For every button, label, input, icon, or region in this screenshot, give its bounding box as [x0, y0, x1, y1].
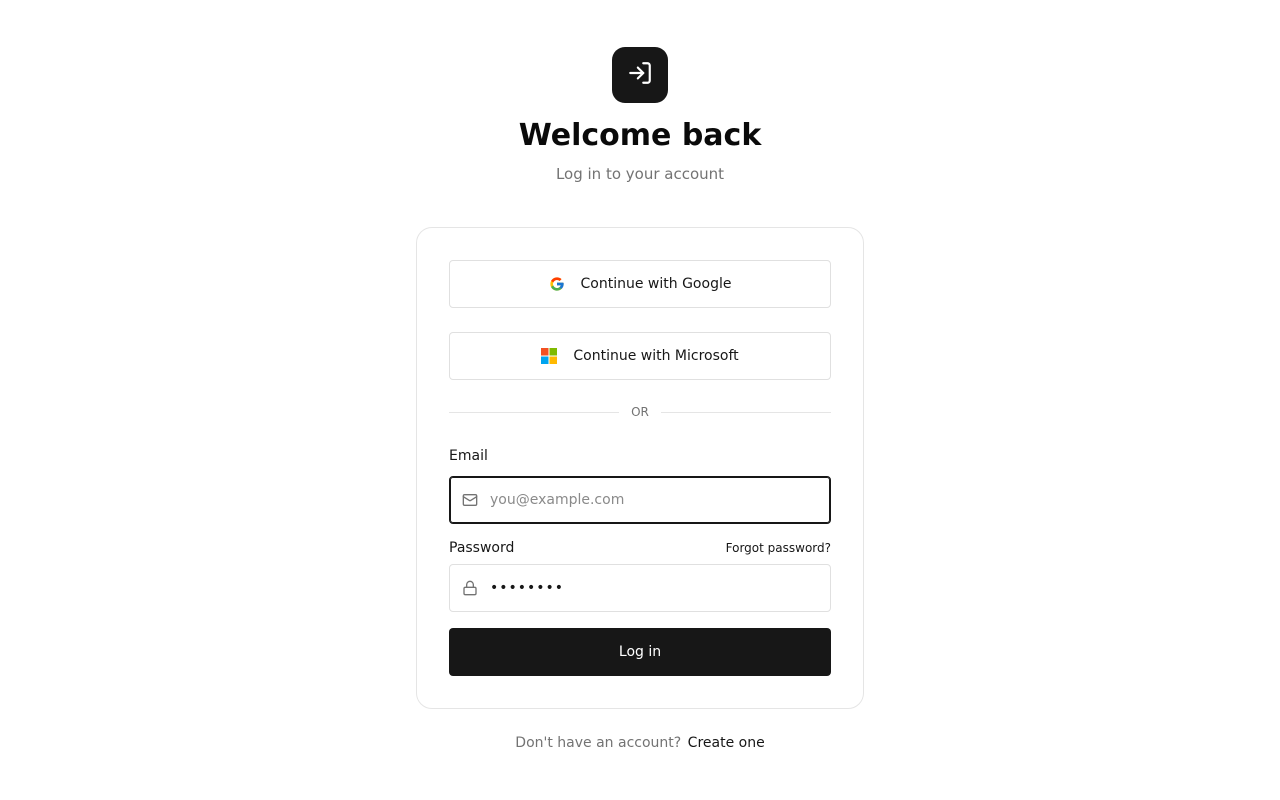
page-subtitle: Log in to your account: [555, 165, 725, 183]
forgot-password-link[interactable]: Forgot password?: [726, 540, 831, 556]
email-input[interactable]: [490, 477, 820, 523]
continue-with-google-button[interactable]: Continue with Google: [449, 260, 831, 308]
login-page: Welcome back Log in to your account Cont…: [0, 0, 1280, 800]
microsoft-button-label: Continue with Microsoft: [573, 348, 739, 364]
or-divider: OR: [449, 402, 832, 422]
email-field-wrapper: [449, 476, 831, 524]
divider-text: OR: [631, 405, 649, 419]
password-input[interactable]: [490, 565, 820, 611]
divider-line-right: [660, 411, 832, 413]
email-label: Email: [449, 448, 488, 464]
login-card: Continue with Google Continue with Micro…: [416, 227, 864, 709]
password-field-wrapper: [449, 564, 831, 612]
log-in-button[interactable]: Log in: [449, 628, 831, 676]
lock-icon: [462, 580, 478, 596]
signup-prompt-text: Don't have an account?: [515, 735, 682, 751]
mail-icon: [462, 492, 478, 508]
google-logo-icon: [549, 276, 565, 292]
app-logo: [612, 47, 668, 103]
google-button-label: Continue with Google: [580, 276, 732, 292]
page-title: Welcome back: [518, 118, 762, 153]
continue-with-microsoft-button[interactable]: Continue with Microsoft: [449, 332, 831, 380]
log-in-icon: [627, 60, 653, 90]
password-label: Password: [449, 540, 515, 556]
signup-prompt: Don't have an account? Create one: [0, 734, 1280, 752]
microsoft-logo-icon: [541, 348, 558, 364]
create-account-link[interactable]: Create one: [688, 735, 765, 751]
divider-line-left: [449, 411, 620, 413]
